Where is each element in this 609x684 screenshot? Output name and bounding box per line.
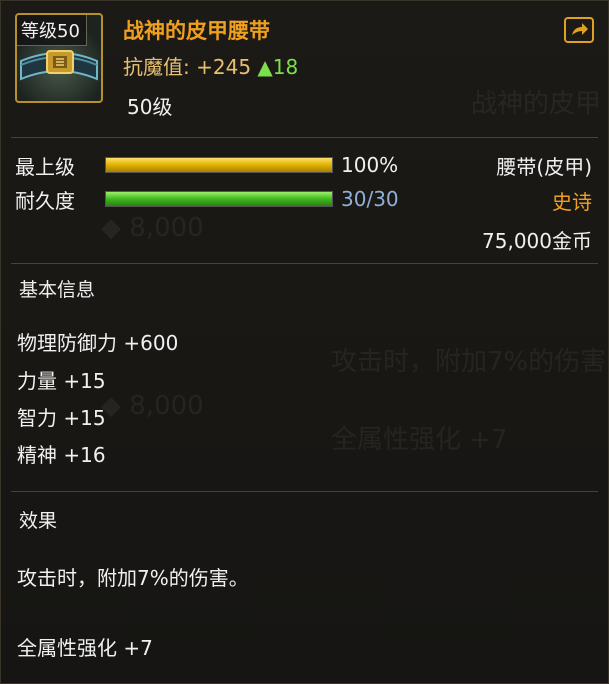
background-ghost-text: 全属性强化 +7 xyxy=(331,425,508,455)
attribute-line: 物理防御力 +600 xyxy=(17,331,179,355)
item-type: 腰带(皮甲) xyxy=(496,155,592,179)
basic-info-title: 基本信息 xyxy=(19,279,96,301)
share-button[interactable] xyxy=(564,17,594,43)
share-icon xyxy=(572,23,588,35)
durability-label: 耐久度 xyxy=(15,189,75,213)
magic-resist-delta: ▲18 xyxy=(257,55,299,79)
grade-value: 100% xyxy=(341,153,399,177)
background-ghost-text: ◆ 8,000 xyxy=(101,213,204,243)
grade-label: 最上级 xyxy=(15,155,75,179)
item-price: 75,000金币 xyxy=(482,229,592,253)
effect-title: 效果 xyxy=(19,510,58,532)
item-level-badge: 等级50 xyxy=(17,15,87,46)
item-name: 战神的皮甲腰带 xyxy=(123,19,270,43)
effect-description: 攻击时，附加7%的伤害。 xyxy=(17,566,249,590)
item-slot[interactable]: 等级50 xyxy=(15,13,103,103)
item-rarity: 史诗 xyxy=(552,190,592,214)
attribute-line: 智力 +15 xyxy=(17,406,106,430)
grade-bar xyxy=(105,157,333,173)
divider xyxy=(11,263,598,264)
required-level: 50级 xyxy=(127,95,173,119)
durability-bar-fill xyxy=(106,192,332,206)
item-tooltip: 战神的皮甲 ◆ 8,000 ◆ 8,000 攻击时，附加7%的伤害 全属性强化 … xyxy=(0,0,609,684)
durability-value: 30/30 xyxy=(341,187,399,211)
durability-bar xyxy=(105,191,333,207)
background-ghost-text: 战神的皮甲 xyxy=(471,89,602,119)
attribute-line: 力量 +15 xyxy=(17,369,106,393)
magic-resist-label: 抗魔值: xyxy=(123,55,190,79)
effect-extra: 全属性强化 +7 xyxy=(17,636,153,660)
grade-bar-fill xyxy=(106,158,332,172)
background-ghost-text: 攻击时，附加7%的伤害 xyxy=(331,347,607,377)
magic-resist-stat: 抗魔值: +245 ▲18 xyxy=(123,51,298,80)
attribute-line: 精神 +16 xyxy=(17,443,106,467)
magic-resist-value: +245 xyxy=(196,55,252,79)
background-ghost-text: ◆ 8,000 xyxy=(101,391,204,421)
divider xyxy=(11,491,598,492)
divider xyxy=(11,137,598,138)
